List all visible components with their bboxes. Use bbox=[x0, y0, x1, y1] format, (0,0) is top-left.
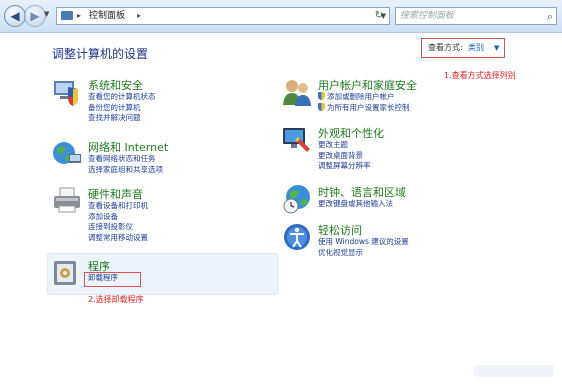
link-mobility-settings[interactable]: 调整常用移动设置 bbox=[88, 233, 148, 244]
users-icon bbox=[283, 80, 311, 106]
link-screen-resolution[interactable]: 调整屏幕分辨率 bbox=[318, 161, 371, 172]
category-title[interactable]: 外观和个性化 bbox=[318, 125, 384, 141]
globe-clock-icon bbox=[283, 185, 310, 214]
shield-computer-icon bbox=[54, 81, 78, 106]
printer-icon bbox=[54, 187, 80, 213]
link-keyboard-input[interactable]: 更改键盘或其他输入法 bbox=[318, 199, 393, 210]
uninstall-annotation: 2.选择卸载程序 bbox=[88, 295, 144, 304]
category-title[interactable]: 系统和安全 bbox=[88, 77, 143, 93]
link-backup[interactable]: 备份您的计算机 bbox=[88, 103, 156, 114]
watermark-logo bbox=[474, 365, 554, 377]
view-by-selector[interactable]: 查看方式: 类别 ▼ bbox=[421, 38, 505, 58]
category-title[interactable]: 网络和 Internet bbox=[88, 139, 168, 155]
chevron-down-icon[interactable]: ▼ bbox=[494, 39, 499, 57]
search-placeholder: 搜索控制面板 bbox=[400, 11, 455, 21]
breadcrumb-separator-icon[interactable]: ▸ bbox=[77, 8, 81, 24]
control-panel-folder-icon bbox=[61, 11, 73, 20]
link-add-remove-accounts[interactable]: 添加或删除用户帐户 bbox=[318, 92, 410, 103]
link-network-status[interactable]: 查看网络状态和任务 bbox=[88, 154, 163, 165]
link-devices-printers[interactable]: 查看设备和打印机 bbox=[88, 201, 148, 212]
link-view-status[interactable]: 查看您的计算机状态 bbox=[88, 92, 156, 103]
back-button[interactable]: ◀ bbox=[4, 5, 26, 27]
refresh-icon[interactable]: ↻ bbox=[372, 9, 386, 22]
link-parental-controls[interactable]: 为所有用户设置家长控制 bbox=[318, 103, 410, 114]
category-title[interactable]: 硬件和声音 bbox=[88, 186, 143, 202]
display-icon bbox=[283, 128, 310, 152]
link-projector[interactable]: 连接到投影仪 bbox=[88, 222, 148, 233]
view-by-label: 查看方式: bbox=[428, 43, 463, 52]
uninstall-highlight-box bbox=[84, 272, 141, 287]
link-homegroup[interactable]: 选择家庭组和共享选项 bbox=[88, 165, 163, 176]
forward-button[interactable]: ▶ bbox=[24, 5, 46, 27]
page-title: 调整计算机的设置 bbox=[52, 47, 149, 61]
search-icon[interactable]: ⌕ bbox=[547, 9, 553, 25]
link-troubleshoot[interactable]: 查找并解决问题 bbox=[88, 113, 156, 124]
navigation-bar: ◀ ▶ ▼ ▸ 控制面板 ▸ ▼ ↻ 搜索控制面板 ⌕ bbox=[0, 0, 562, 33]
address-bar[interactable]: ▸ 控制面板 ▸ ▼ bbox=[56, 7, 390, 25]
category-title[interactable]: 用户帐户和家庭安全 bbox=[318, 77, 417, 93]
search-input[interactable]: 搜索控制面板 ⌕ bbox=[395, 7, 557, 25]
category-title[interactable]: 轻松访问 bbox=[318, 222, 362, 238]
network-icon bbox=[53, 142, 81, 164]
view-annotation: 1.查看方式选择列别 bbox=[444, 71, 516, 80]
history-dropdown-icon[interactable]: ▼ bbox=[44, 10, 49, 18]
link-optimize-visual[interactable]: 优化视觉显示 bbox=[318, 248, 409, 259]
link-recommended-settings[interactable]: 使用 Windows 建议的设置 bbox=[318, 237, 409, 248]
breadcrumb-control-panel[interactable]: 控制面板 bbox=[89, 8, 125, 24]
link-change-theme[interactable]: 更改主题 bbox=[318, 140, 371, 151]
link-desktop-background[interactable]: 更改桌面背景 bbox=[318, 151, 371, 162]
view-by-value[interactable]: 类别 bbox=[468, 39, 484, 57]
programs-icon bbox=[54, 261, 76, 285]
accessibility-icon bbox=[284, 224, 310, 250]
breadcrumb-separator-icon[interactable]: ▸ bbox=[137, 8, 141, 24]
category-title[interactable]: 时钟、语言和区域 bbox=[318, 184, 406, 200]
link-add-device[interactable]: 添加设备 bbox=[88, 212, 148, 223]
